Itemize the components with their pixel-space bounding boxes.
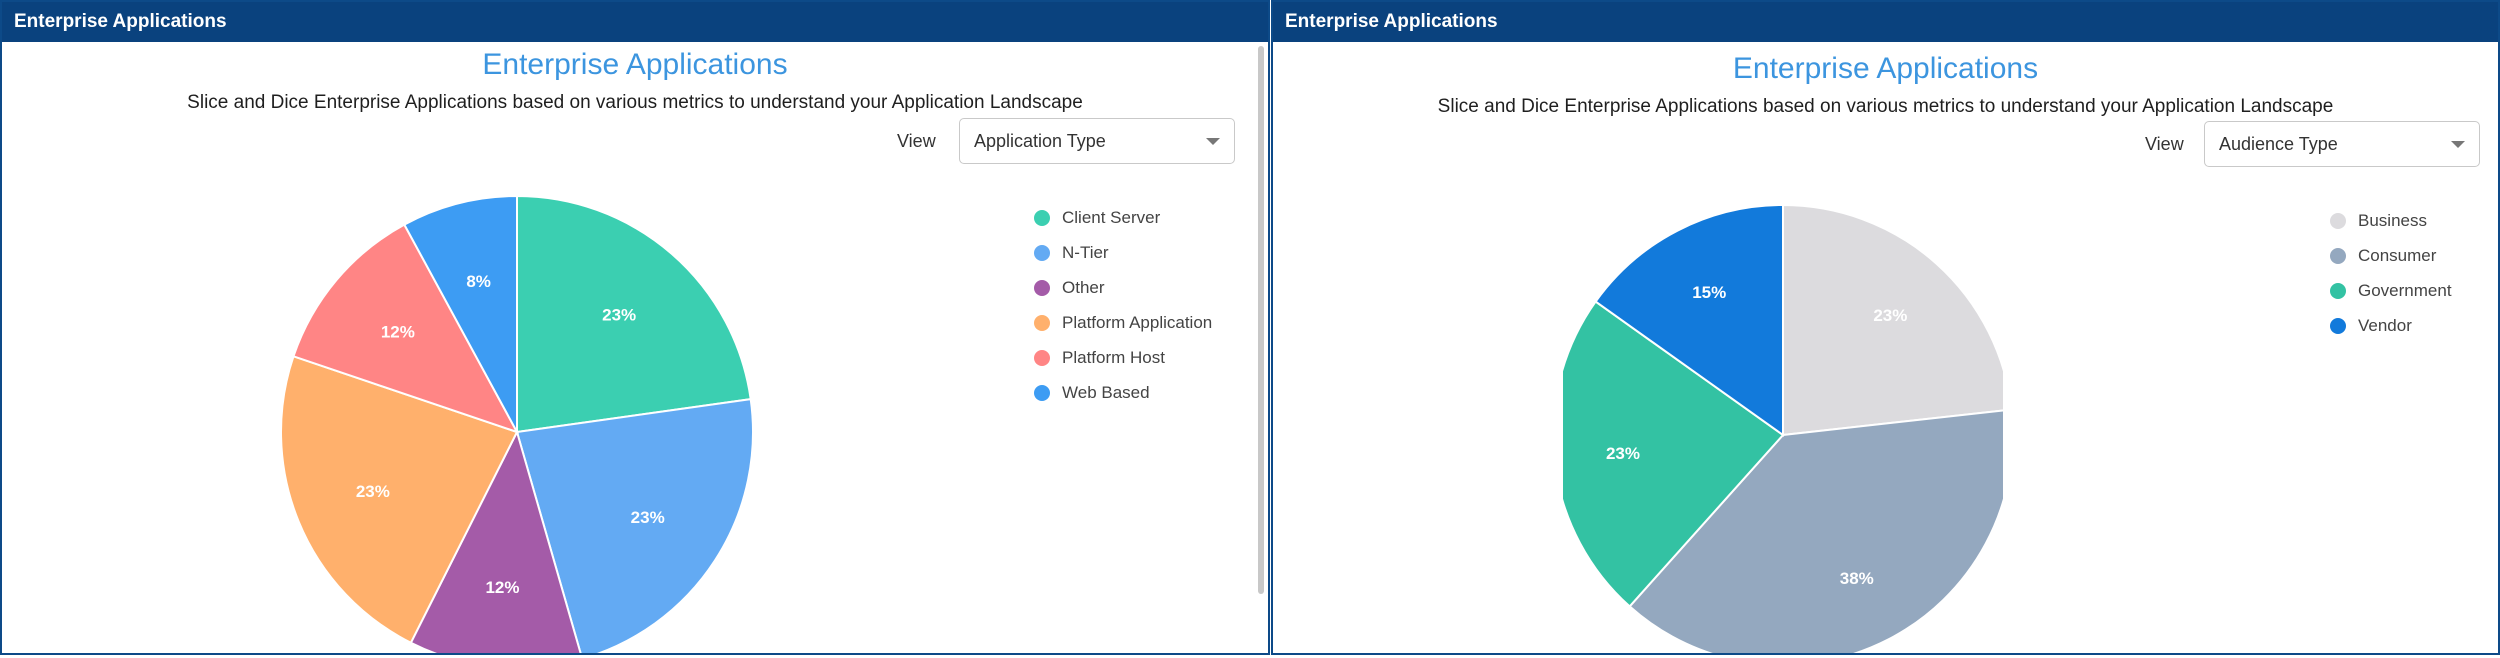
legend-item-platform-application[interactable]: Platform Application xyxy=(1034,305,1212,340)
chart-subtitle: Slice and Dice Enterprise Applications b… xyxy=(1437,96,2334,117)
legend-item-consumer[interactable]: Consumer xyxy=(2330,238,2452,273)
data-label-business: 23% xyxy=(1873,306,1907,325)
chart-legend: Business Consumer Government Vendor xyxy=(2330,203,2452,343)
legend-marker-icon xyxy=(1034,384,1050,401)
data-label-consumer: 38% xyxy=(1840,569,1874,588)
legend-marker-icon xyxy=(1034,244,1050,261)
legend-label: Vendor xyxy=(2358,315,2412,335)
pie-chart: 23% 23% 12% 23% 12% 8% xyxy=(280,194,754,653)
view-select-value: Audience Type xyxy=(2219,134,2338,154)
legend-marker-icon xyxy=(2330,317,2346,334)
legend-item-n-tier[interactable]: N-Tier xyxy=(1034,235,1212,270)
legend-label: Consumer xyxy=(2358,245,2437,265)
chevron-down-icon xyxy=(1206,138,1220,145)
data-label-platform-host: 12% xyxy=(381,323,415,342)
legend-marker-icon xyxy=(2330,247,2346,264)
data-label-government: 23% xyxy=(1606,444,1640,463)
panel-audience-type: Enterprise Applications Enterprise Appli… xyxy=(1271,0,2500,655)
scrollbar[interactable] xyxy=(1258,46,1264,594)
data-label-n-tier: 23% xyxy=(631,508,665,527)
legend-marker-icon xyxy=(2330,212,2346,229)
legend-item-client-server[interactable]: Client Server xyxy=(1034,200,1212,235)
panel-application-type: Enterprise Applications Enterprise Appli… xyxy=(0,0,1270,655)
legend-label: N-Tier xyxy=(1062,242,1109,262)
legend-label: Platform Host xyxy=(1062,347,1165,367)
data-label-vendor: 15% xyxy=(1692,283,1726,302)
view-select-value: Application Type xyxy=(974,131,1106,151)
legend-item-government[interactable]: Government xyxy=(2330,273,2452,308)
data-label-client-server: 23% xyxy=(602,305,636,324)
legend-marker-icon xyxy=(1034,349,1050,366)
chart-title: Enterprise Applications xyxy=(1732,52,2039,85)
view-label: View xyxy=(897,131,936,151)
data-label-other: 12% xyxy=(485,578,519,597)
data-label-platform-application: 23% xyxy=(356,482,390,501)
chevron-down-icon xyxy=(2451,141,2465,148)
legend-item-vendor[interactable]: Vendor xyxy=(2330,308,2452,343)
panel-header: Enterprise Applications xyxy=(1273,2,2498,42)
legend-item-business[interactable]: Business xyxy=(2330,203,2452,238)
data-label-web-based: 8% xyxy=(466,272,491,291)
legend-label: Business xyxy=(2358,210,2427,230)
legend-marker-icon xyxy=(1034,314,1050,331)
panel-header: Enterprise Applications xyxy=(2,2,1268,42)
chart-subtitle: Slice and Dice Enterprise Applications b… xyxy=(187,92,1083,113)
chart-title: Enterprise Applications xyxy=(482,48,788,81)
chart-legend: Client Server N-Tier Other Platform Applica… xyxy=(1034,200,1212,410)
pie-chart: 23% 38% 23% 15% xyxy=(1563,203,2003,653)
legend-label: Client Server xyxy=(1062,207,1161,227)
legend-marker-icon xyxy=(1034,279,1050,296)
view-select[interactable]: Audience Type xyxy=(2204,121,2480,167)
legend-item-other[interactable]: Other xyxy=(1034,270,1212,305)
legend-label: Platform Application xyxy=(1062,312,1213,332)
view-select[interactable]: Application Type xyxy=(959,118,1235,164)
legend-item-platform-host[interactable]: Platform Host xyxy=(1034,340,1212,375)
legend-marker-icon xyxy=(2330,282,2346,299)
legend-label: Other xyxy=(1062,277,1105,297)
legend-marker-icon xyxy=(1034,209,1050,226)
legend-label: Web Based xyxy=(1062,382,1150,402)
legend-item-web-based[interactable]: Web Based xyxy=(1034,375,1212,410)
legend-label: Government xyxy=(2358,280,2452,300)
view-label: View xyxy=(2145,134,2184,154)
